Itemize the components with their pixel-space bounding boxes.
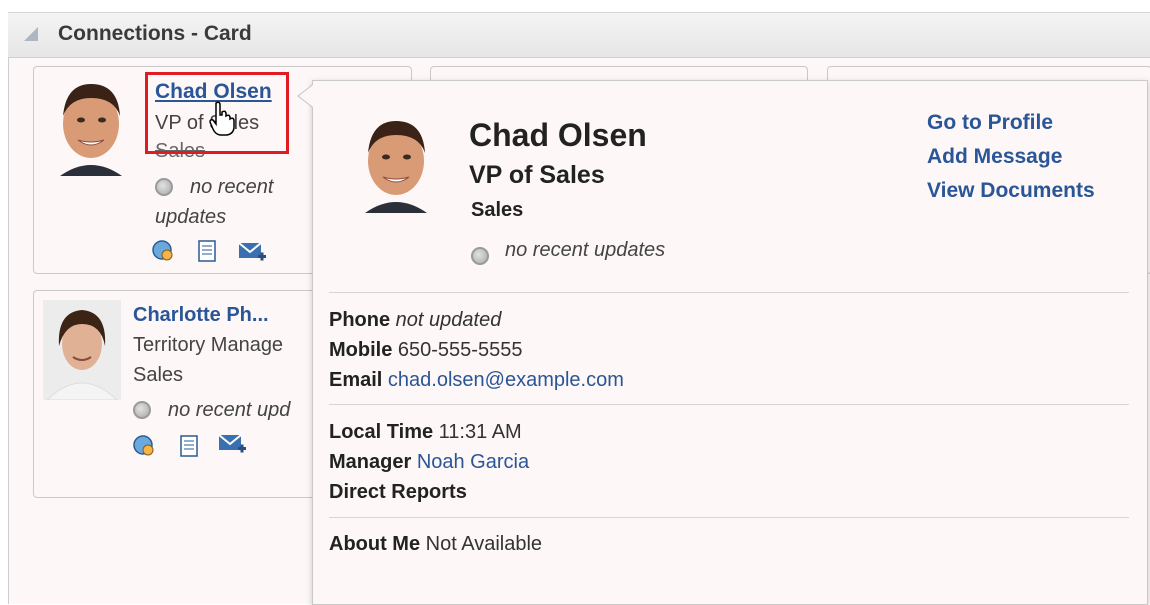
phone-label: Phone	[329, 309, 396, 331]
separator	[329, 517, 1129, 518]
localtime-label: Local Time	[329, 421, 439, 443]
popup-department: Sales	[471, 199, 524, 221]
manager-row: Manager Noah Garcia	[329, 451, 529, 474]
collapse-triangle-icon[interactable]	[24, 27, 38, 41]
status-icon	[155, 178, 173, 196]
mail-add-icon[interactable]	[238, 240, 266, 262]
separator	[329, 292, 1129, 293]
phone-value: not updated	[395, 309, 502, 331]
mobile-row: Mobile 650-555-5555	[329, 339, 522, 362]
about-label: About Me	[329, 533, 426, 555]
manager-label: Manager	[329, 451, 417, 473]
localtime-row: Local Time 11:31 AM	[329, 421, 522, 444]
card-status-line1: no recent	[190, 176, 274, 198]
direct-reports-label: Direct Reports	[329, 481, 467, 503]
document-icon[interactable]	[178, 435, 200, 457]
popup-avatar	[357, 113, 435, 215]
add-message-link[interactable]: Add Message	[927, 145, 1062, 169]
mobile-label: Mobile	[329, 339, 398, 361]
about-row: About Me Not Available	[329, 533, 542, 556]
card-title-2: Territory Manage	[133, 334, 284, 356]
manager-link[interactable]: Noah Garcia	[417, 451, 529, 473]
status-icon	[471, 247, 489, 265]
panel-title: Connections - Card	[58, 22, 252, 45]
direct-reports-row: Direct Reports	[329, 481, 467, 504]
about-value: Not Available	[425, 533, 543, 555]
go-to-profile-link[interactable]: Go to Profile	[927, 111, 1053, 135]
email-label: Email	[329, 369, 388, 391]
phone-row: Phone not updated	[329, 309, 501, 332]
view-documents-link[interactable]: View Documents	[927, 179, 1095, 203]
avatar-charlotte	[43, 300, 121, 400]
status-icon	[133, 401, 151, 419]
mail-add-icon[interactable]	[218, 432, 246, 454]
popup-status: no recent updates	[505, 239, 666, 261]
profile-popup-card: Chad Olsen VP of Sales Sales no recent u…	[312, 80, 1148, 605]
avatar-chad	[52, 76, 130, 178]
popup-pointer-inner	[299, 85, 313, 107]
popup-title: VP of Sales	[469, 161, 605, 189]
hand-pointer-icon	[208, 101, 238, 142]
email-link[interactable]: chad.olsen@example.com	[388, 369, 624, 391]
card-status-2: no recent upd	[168, 399, 291, 421]
globe-people-icon[interactable]	[152, 240, 174, 262]
card-name-link-2[interactable]: Charlotte Ph...	[133, 304, 269, 327]
document-icon[interactable]	[196, 240, 218, 262]
localtime-value: 11:31 AM	[438, 421, 522, 443]
separator	[329, 404, 1129, 405]
globe-people-icon[interactable]	[133, 435, 155, 457]
card-department-2: Sales	[133, 364, 184, 386]
mobile-value: 650-555-5555	[397, 339, 523, 361]
popup-name: Chad Olsen	[469, 117, 647, 153]
email-row: Email chad.olsen@example.com	[329, 369, 624, 392]
card-status-line2: updates	[155, 206, 227, 228]
